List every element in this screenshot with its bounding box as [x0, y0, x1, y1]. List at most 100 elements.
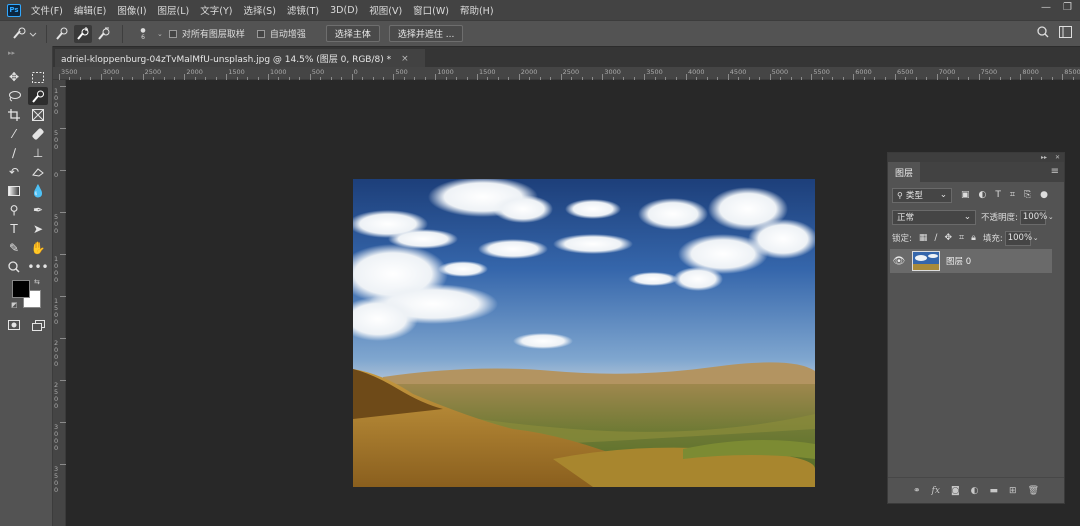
blur-tool-icon[interactable]: 💧 [28, 182, 48, 200]
layers-panel: ▸▸ ✕ 图层 ≡ ⚲ 类型 ⌄ ▣ ◐ T ⌗ ⎘ ● 正常 ⌄ 不透明度: … [887, 152, 1065, 504]
fx-icon[interactable]: fx [932, 486, 940, 496]
adjustment-icon[interactable]: ◐ [971, 486, 979, 496]
panel-menu-icon[interactable]: ≡ [1051, 166, 1059, 177]
chevron-down-icon[interactable]: ⌄ [1033, 234, 1039, 242]
search-icon: ⚲ [897, 190, 903, 200]
close-icon[interactable]: × [401, 54, 409, 64]
path-selection-tool-icon[interactable]: ➤ [28, 220, 48, 238]
chevron-down-icon[interactable]: ⌄ [157, 30, 163, 38]
checkbox-box[interactable] [168, 29, 177, 38]
marquee-tool-icon[interactable] [28, 68, 48, 86]
ruler-label: 2500 [54, 381, 59, 410]
brush-size-picker[interactable]: ● 6 [129, 27, 157, 41]
healing-brush-tool-icon[interactable] [28, 125, 48, 143]
layer-row[interactable]: 👁︎ 图层 0 [890, 249, 1052, 273]
menu-type[interactable]: 文字(Y) [200, 3, 232, 17]
eye-icon[interactable]: 👁︎ [890, 256, 908, 267]
sample-all-layers-checkbox[interactable]: 对所有图层取样 [168, 27, 245, 40]
move-tool-icon[interactable]: ✥ [4, 68, 24, 86]
menu-edit[interactable]: 编辑(E) [74, 3, 106, 17]
quick-mask-icon[interactable] [4, 316, 24, 334]
lock-position-icon[interactable]: ✥ [944, 233, 952, 243]
minimize-button[interactable]: — [1041, 2, 1051, 13]
opacity-input[interactable]: 100% [1019, 209, 1047, 225]
close-panel-icon[interactable]: ✕ [1055, 154, 1060, 161]
link-icon[interactable]: ⚭ [913, 486, 921, 496]
add-to-selection-mode[interactable] [74, 24, 92, 43]
crop-tool-icon[interactable] [4, 106, 24, 124]
ruler-label: 6500 [897, 68, 914, 76]
trash-icon[interactable]: 🗑︎ [1028, 486, 1039, 496]
new-layer-icon[interactable]: ⊞ [1009, 486, 1017, 496]
ruler-label: 8000 [1022, 68, 1039, 76]
layer-name[interactable]: 图层 0 [946, 255, 971, 267]
menu-filter[interactable]: 滤镜(T) [287, 3, 319, 17]
hand-tool-icon[interactable]: ✋ [28, 239, 48, 257]
restore-button[interactable]: ❐ [1063, 2, 1072, 13]
blend-mode-select[interactable]: 正常 ⌄ [892, 209, 976, 225]
tool-preset-picker[interactable] [8, 25, 40, 43]
menu-help[interactable]: 帮助(H) [460, 3, 494, 17]
lock-transparent-icon[interactable]: ▦ [919, 233, 928, 243]
mask-icon[interactable]: ◙ [951, 486, 960, 496]
filter-kind-select[interactable]: ⚲ 类型 ⌄ [892, 187, 952, 203]
type-tool-icon[interactable]: T [4, 220, 24, 238]
quick-selection-tool-icon[interactable] [28, 87, 48, 105]
adjustment-filter-icon[interactable]: ◐ [979, 190, 987, 200]
swap-colors-icon[interactable]: ⇆ [34, 278, 40, 286]
quick-select-add-icon [77, 26, 89, 40]
vertical-ruler: 1000 500 0 500 1000 1500 2000 2500 3000 3500 [53, 80, 66, 526]
foreground-color-swatch[interactable] [12, 280, 30, 298]
select-subject-button[interactable]: 选择主体 [325, 25, 380, 42]
panel-grip-icon[interactable]: ▸▸ [8, 49, 15, 57]
smart-object-filter-icon[interactable]: ⎘ [1024, 190, 1031, 200]
shape-filter-icon[interactable]: ⌗ [1010, 190, 1015, 200]
fill-input[interactable]: 100% [1004, 230, 1032, 246]
new-selection-mode[interactable] [53, 25, 71, 43]
type-filter-icon[interactable]: T [995, 190, 1001, 200]
menu-3d[interactable]: 3D(D) [330, 5, 358, 16]
eyedropper-tool-icon[interactable]: ⁄ [4, 125, 24, 143]
dodge-tool-icon[interactable]: ⚲ [4, 201, 24, 219]
document-image[interactable] [353, 179, 815, 487]
pixel-filter-icon[interactable]: ▣ [961, 190, 970, 200]
select-and-mask-button[interactable]: 选择并遮住 ... [388, 25, 464, 42]
clone-stamp-tool-icon[interactable]: ⊥ [28, 144, 48, 162]
more-tools-icon[interactable]: ••• [27, 258, 48, 276]
filter-toggle-icon[interactable]: ● [1040, 190, 1048, 200]
lasso-tool-icon[interactable] [4, 87, 24, 105]
lock-artboard-icon[interactable]: ⌗ [959, 233, 964, 243]
ruler-label: 2000 [186, 68, 203, 76]
menu-select[interactable]: 选择(S) [243, 3, 275, 17]
collapse-icon[interactable]: ▸▸ [1041, 154, 1047, 161]
eraser-tool-icon[interactable] [28, 163, 48, 181]
menu-file[interactable]: 文件(F) [31, 3, 63, 17]
menu-window[interactable]: 窗口(W) [413, 3, 449, 17]
tab-layers[interactable]: 图层 [888, 162, 921, 182]
subtract-from-selection-mode[interactable] [95, 25, 113, 43]
gradient-tool-icon[interactable] [4, 182, 24, 200]
zoom-tool-icon[interactable] [4, 258, 24, 276]
menu-layer[interactable]: 图层(L) [158, 3, 190, 17]
lock-all-icon[interactable]: 🔒︎ [971, 233, 976, 243]
search-icon[interactable] [1037, 26, 1049, 38]
default-colors-icon[interactable]: ◩ [11, 301, 18, 309]
brush-tool-icon[interactable]: ∕ [4, 144, 24, 162]
screen-mode-icon[interactable] [28, 316, 48, 334]
menu-view[interactable]: 视图(V) [369, 3, 402, 17]
document-tab[interactable]: adriel-kloppenburg-04zTvMalMfU-unsplash.… [55, 49, 425, 68]
frame-tool-icon[interactable] [28, 106, 48, 124]
lock-image-icon[interactable]: ∕ [934, 233, 937, 243]
pen-tool-icon[interactable]: ✒ [28, 201, 48, 219]
ruler-label: 2500 [562, 68, 580, 76]
menu-image[interactable]: 图像(I) [117, 3, 146, 17]
chevron-down-icon[interactable]: ⌄ [1048, 213, 1054, 221]
history-brush-tool-icon[interactable]: ↶ [4, 163, 24, 181]
shape-tool-icon[interactable]: ✎ [4, 239, 24, 257]
ruler-label: 3500 [61, 68, 78, 76]
workspace-icon[interactable] [1059, 26, 1072, 38]
auto-enhance-checkbox[interactable]: 自动增强 [256, 27, 306, 40]
checkbox-box[interactable] [256, 29, 265, 38]
ruler-label: 1000 [54, 87, 59, 116]
folder-icon[interactable]: ▬ [990, 486, 999, 496]
